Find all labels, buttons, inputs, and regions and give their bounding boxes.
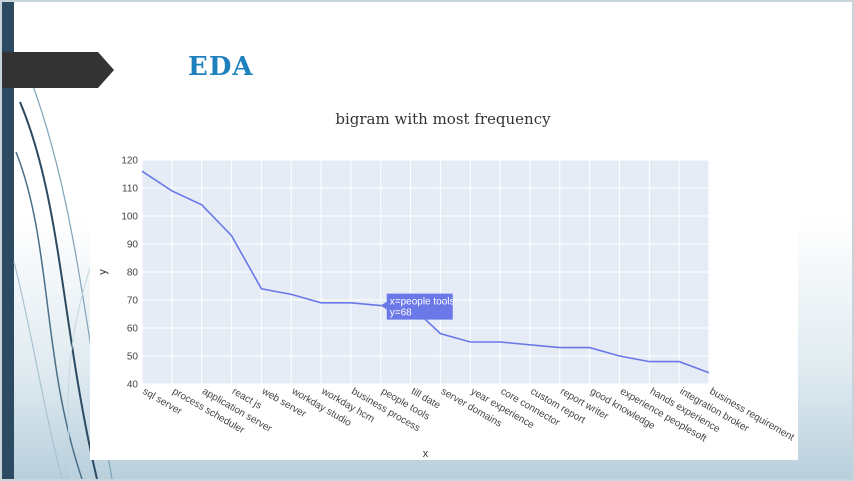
y-tick-label: 70: [127, 296, 139, 307]
y-tick-label: 60: [127, 324, 139, 335]
data-point[interactable]: [617, 354, 621, 358]
y-tick-label: 100: [121, 212, 138, 223]
hover-tooltip: x=people tools y=68: [380, 293, 455, 320]
y-axis-title: y: [97, 269, 109, 275]
data-point[interactable]: [200, 203, 204, 207]
tooltip-x-text: x=people tools: [390, 297, 455, 308]
data-point[interactable]: [319, 301, 323, 305]
data-point[interactable]: [707, 371, 711, 375]
data-point[interactable]: [588, 346, 592, 350]
data-point[interactable]: [140, 169, 144, 173]
data-point[interactable]: [677, 360, 681, 364]
y-tick-label: 40: [127, 380, 139, 391]
y-tick-label: 90: [127, 240, 139, 251]
y-tick-label: 110: [122, 184, 138, 195]
y-tick-label: 120: [121, 156, 138, 167]
data-point[interactable]: [468, 340, 472, 344]
chart-title: bigram with most frequency: [335, 110, 551, 128]
data-point[interactable]: [230, 234, 234, 238]
y-tick-label: 80: [127, 268, 139, 279]
x-axis-title: x: [423, 448, 429, 460]
line-chart[interactable]: bigram with most frequency 40 50 60 70 80 90 1…: [90, 106, 798, 460]
x-tick-labels: sql serverprocess schedulerapplication s…: [141, 386, 796, 445]
chart-panel: bigram with most frequency 40 50 60 70 80 90 1…: [90, 106, 798, 460]
data-point[interactable]: [259, 287, 263, 291]
y-tick-labels: 40 50 60 70 80 90 100 110 120: [121, 156, 138, 391]
data-point[interactable]: [289, 292, 293, 296]
data-point[interactable]: [647, 360, 651, 364]
slide: EDA bigram with most frequency 40 50 60 70 8…: [2, 2, 852, 479]
data-point[interactable]: [170, 189, 174, 193]
title-tab-shape: [2, 52, 114, 88]
data-point[interactable]: [558, 346, 562, 350]
tooltip-y-text: y=68: [390, 308, 412, 319]
data-point[interactable]: [438, 332, 442, 336]
data-point[interactable]: [498, 340, 502, 344]
y-tick-label: 50: [127, 352, 139, 363]
data-point[interactable]: [349, 301, 353, 305]
data-point[interactable]: [528, 343, 532, 347]
slide-title: EDA: [188, 52, 254, 82]
